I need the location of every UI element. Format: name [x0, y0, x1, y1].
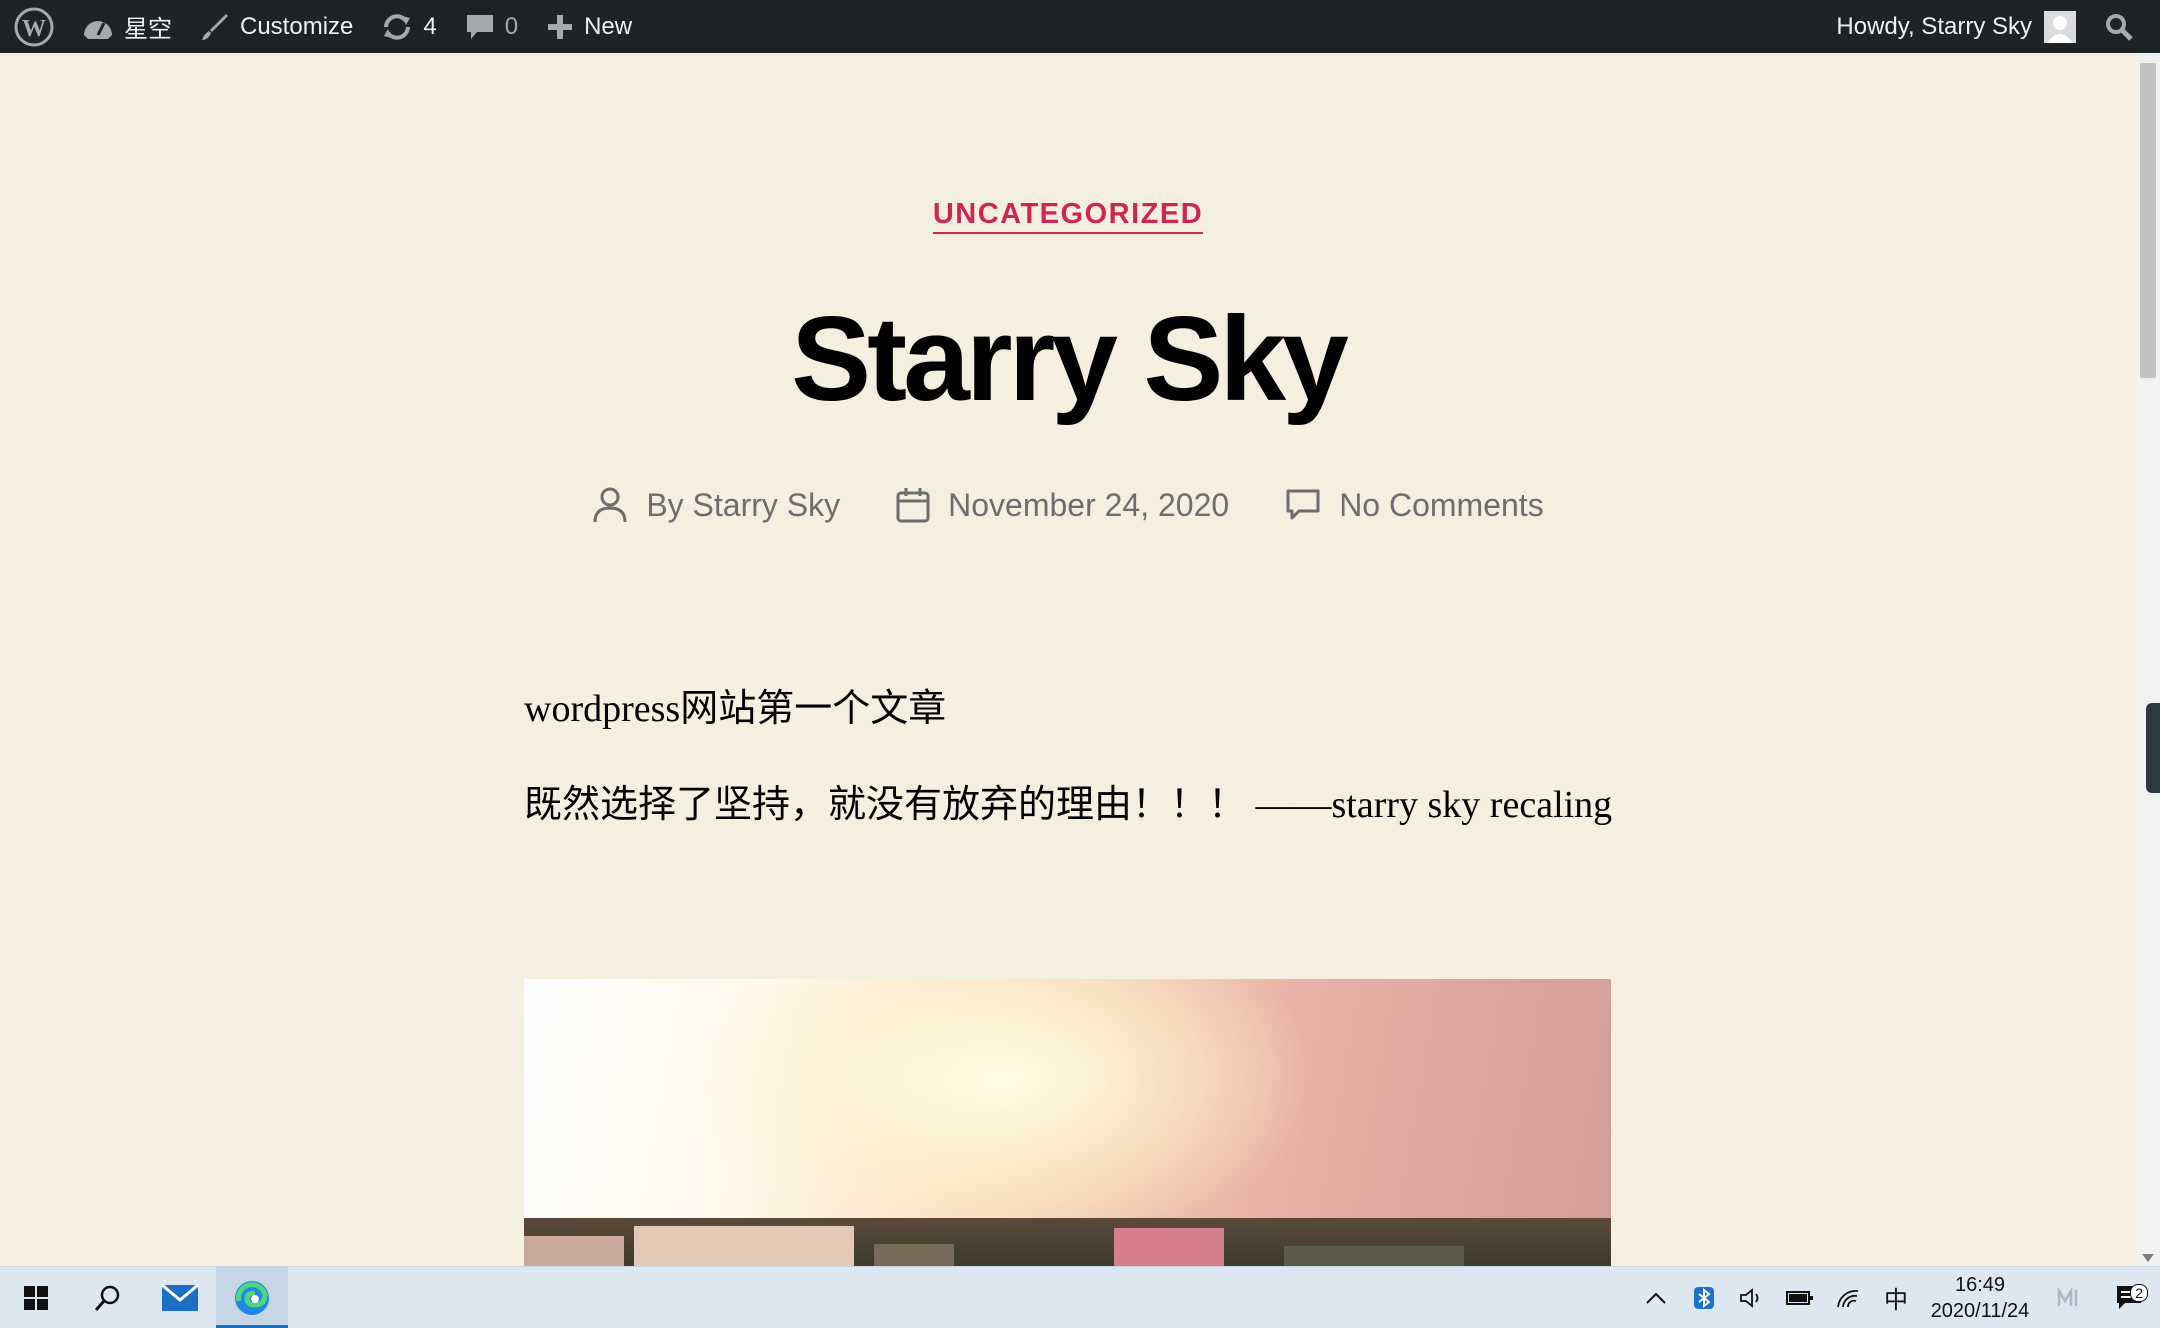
refresh-icon: [384, 13, 411, 40]
comment-icon: [466, 14, 493, 39]
bluetooth-icon[interactable]: [1680, 1286, 1728, 1310]
start-button[interactable]: [0, 1267, 72, 1328]
person-icon: [593, 487, 627, 523]
author-link[interactable]: By Starry Sky: [646, 487, 840, 524]
dashboard-icon: [84, 20, 112, 39]
clock-date: 2020/11/24: [1930, 1299, 2030, 1322]
search-icon: [2106, 13, 2133, 41]
windows-taskbar: 中 16:49 2020/11/24 2: [0, 1266, 2160, 1328]
taskbar-clock[interactable]: 16:49 2020/11/24: [1920, 1272, 2040, 1324]
notification-count: 2: [2130, 1283, 2148, 1302]
customize-label: Customize: [240, 12, 354, 40]
date-link[interactable]: November 24, 2020: [948, 487, 1229, 524]
side-panel-tab[interactable]: [2146, 703, 2160, 793]
wordpress-logo-button[interactable]: W: [0, 0, 68, 53]
paragraph: wordpress网站第一个文章: [524, 688, 947, 730]
clock-time: 16:49: [1954, 1273, 2006, 1296]
search-icon: [94, 1285, 120, 1311]
my-account-menu[interactable]: Howdy, Starry Sky: [1822, 0, 2090, 53]
comments-button[interactable]: 0: [451, 0, 532, 53]
windows-icon: [24, 1285, 48, 1310]
greeting: Howdy, Starry Sky: [1836, 12, 2032, 40]
action-center-button[interactable]: 2: [2100, 1283, 2160, 1312]
new-content-button[interactable]: New: [532, 0, 646, 53]
wifi-icon[interactable]: [1824, 1287, 1872, 1309]
taskbar-search-button[interactable]: [72, 1267, 144, 1328]
post-image: [524, 979, 1611, 1266]
battery-icon[interactable]: [1776, 1289, 1824, 1307]
plus-icon: [548, 14, 573, 39]
mail-icon: [161, 1283, 199, 1311]
avatar: [2044, 10, 2076, 43]
input-mode-icon[interactable]: [2040, 1286, 2100, 1309]
ime-indicator[interactable]: 中: [1872, 1280, 1920, 1315]
system-tray: 中 16:49 2020/11/24 2: [1632, 1267, 2160, 1328]
comments-count: 0: [504, 12, 519, 40]
new-label: New: [584, 12, 633, 40]
post-date: November 24, 2020: [896, 487, 1229, 524]
customize-button[interactable]: Customize: [186, 0, 367, 53]
wordpress-icon: W: [14, 7, 54, 46]
paragraph: 既然选择了坚持，就没有放弃的理由！！！ ——starry sky recalin…: [524, 784, 1613, 826]
speech-bubble-icon: [1286, 489, 1320, 520]
mail-app-button[interactable]: [144, 1267, 216, 1328]
admin-bar: W 星空 Customize 4 0 New Howdy, Starry Sky: [0, 0, 2160, 53]
category-link[interactable]: UNCATEGORIZED: [932, 198, 1204, 234]
admin-search-button[interactable]: [2090, 0, 2160, 53]
scroll-thumb[interactable]: [2140, 63, 2156, 378]
post-title: Starry Sky: [791, 292, 1349, 426]
updates-count: 4: [423, 12, 437, 40]
post-comments: No Comments: [1285, 487, 1544, 524]
edge-app-button[interactable]: [216, 1267, 288, 1328]
comments-link[interactable]: No Comments: [1339, 487, 1544, 524]
calendar-icon: [896, 488, 930, 523]
updates-button[interactable]: 4: [367, 0, 450, 53]
post-category: UNCATEGORIZED: [0, 198, 2136, 234]
post-content: wordpress网站第一个文章 既然选择了坚持，就没有放弃的理由！！！ ——s…: [524, 680, 1614, 872]
post-meta: By Starry Sky November 24, 2020 No Comme…: [0, 486, 2136, 524]
show-hidden-icons-chevron-icon[interactable]: [1632, 1291, 1680, 1305]
post-author: By Starry Sky: [592, 486, 840, 524]
page-scrollbar[interactable]: [2136, 53, 2160, 1266]
scroll-down-arrow-icon[interactable]: [2142, 1254, 2154, 1262]
volume-icon[interactable]: [1728, 1287, 1776, 1309]
edge-icon: [235, 1280, 269, 1315]
brush-icon: [202, 13, 228, 40]
site-name: 星空: [124, 16, 172, 43]
site-name-menu[interactable]: 星空: [68, 0, 186, 53]
svg-text:W: W: [22, 16, 46, 42]
